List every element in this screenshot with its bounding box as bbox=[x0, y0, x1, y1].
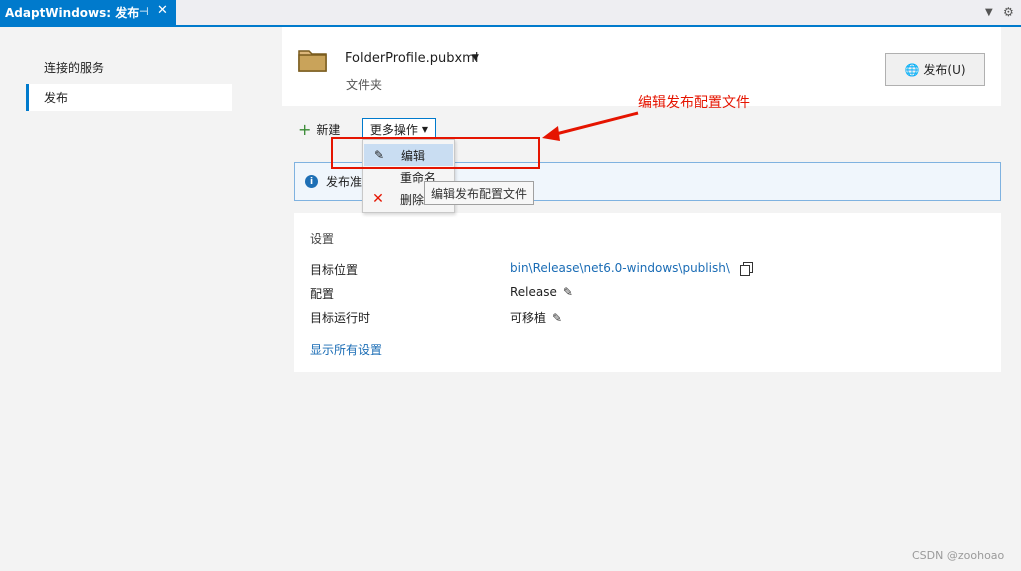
tab-adaptwindows-publish[interactable]: AdaptWindows: 发布 ⊣ ✕ bbox=[0, 0, 176, 25]
show-all-settings-link[interactable]: 显示所有设置 bbox=[310, 341, 382, 358]
settings-card bbox=[294, 213, 1001, 372]
watermark: CSDN @zoohoao bbox=[912, 549, 1005, 562]
setting-value-target-location[interactable]: bin\Release\net6.0-windows\publish\ bbox=[510, 261, 753, 276]
configuration-value: Release bbox=[510, 285, 557, 299]
annotation-text: 编辑发布配置文件 bbox=[638, 95, 750, 111]
profile-type: 文件夹 bbox=[346, 78, 383, 92]
chevron-down-icon[interactable]: ▼ bbox=[985, 7, 993, 18]
chevron-down-icon: ▼ bbox=[421, 124, 429, 134]
nav-item-connected-services[interactable]: 连接的服务 bbox=[26, 54, 232, 81]
settings-header: 设置 bbox=[310, 232, 335, 246]
document-tab-strip: AdaptWindows: 发布 ⊣ ✕ ▼ ⚙ bbox=[0, 0, 1021, 27]
annotation-arrow bbox=[542, 111, 639, 141]
copy-icon[interactable] bbox=[739, 262, 753, 276]
setting-label-target-location: 目标位置 bbox=[310, 263, 359, 277]
setting-label-target-runtime: 目标运行时 bbox=[310, 311, 371, 325]
chevron-down-icon[interactable]: ▼ bbox=[472, 53, 479, 63]
tooltip: 编辑发布配置文件 bbox=[424, 181, 534, 205]
info-text: 发布准 bbox=[326, 175, 363, 189]
profile-name[interactable]: FolderProfile.pubxml bbox=[345, 51, 478, 66]
publish-button[interactable]: 🌐 发布(U) bbox=[885, 53, 985, 86]
folder-icon bbox=[298, 50, 327, 72]
target-location-link[interactable]: bin\Release\net6.0-windows\publish\ bbox=[510, 261, 730, 275]
nav-item-label: 发布 bbox=[44, 91, 69, 105]
pencil-icon[interactable]: ✎ bbox=[552, 311, 562, 325]
annotation-highlight-box bbox=[331, 137, 540, 169]
info-icon: i bbox=[305, 175, 318, 188]
more-actions-label: 更多操作 bbox=[369, 122, 418, 137]
nav-item-label: 连接的服务 bbox=[44, 61, 105, 75]
tab-title: AdaptWindows: 发布 bbox=[5, 6, 140, 20]
target-runtime-value: 可移植 bbox=[510, 311, 547, 325]
setting-value-configuration: Release ✎ bbox=[510, 285, 573, 299]
pencil-icon[interactable]: ✎ bbox=[563, 285, 573, 299]
publish-button-label: 发布(U) bbox=[923, 63, 966, 77]
pin-icon[interactable]: ⊣ bbox=[139, 5, 149, 18]
nav-item-publish[interactable]: 发布 bbox=[26, 84, 232, 111]
close-icon[interactable]: ✕ bbox=[157, 3, 168, 18]
gear-icon[interactable]: ⚙ bbox=[1003, 5, 1014, 19]
setting-value-target-runtime: 可移植 ✎ bbox=[510, 309, 562, 326]
new-button-label: 新建 bbox=[316, 123, 341, 137]
plus-icon: + bbox=[298, 119, 312, 139]
delete-x-icon: ✕ bbox=[372, 191, 384, 207]
new-button[interactable]: + 新建 bbox=[298, 121, 340, 138]
menu-item-label: 删除 bbox=[400, 192, 425, 207]
globe-icon: 🌐 bbox=[904, 62, 920, 77]
setting-label-configuration: 配置 bbox=[310, 287, 335, 301]
